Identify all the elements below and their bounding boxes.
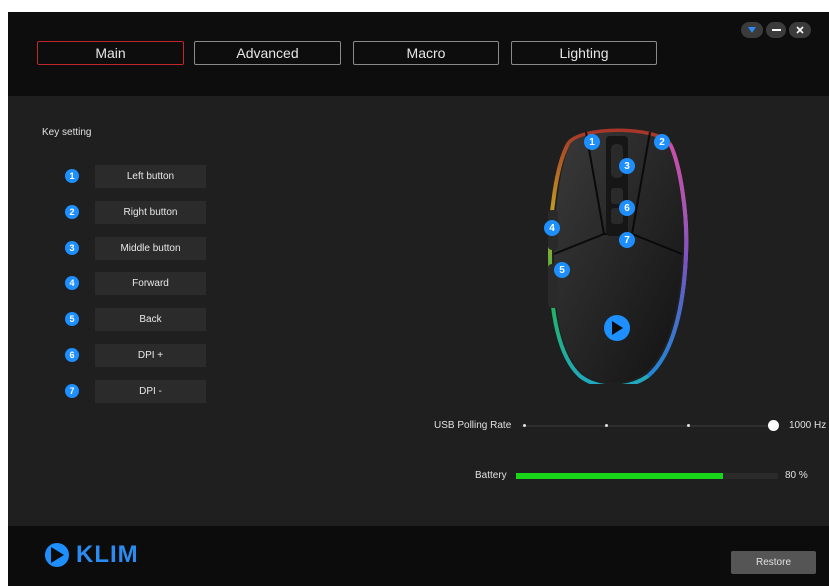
key-back[interactable]: Back: [95, 308, 206, 331]
mouse-marker-3: 3: [619, 158, 635, 174]
mouse-graphic: [547, 128, 689, 389]
key-number-badge: 5: [65, 312, 79, 326]
klim-logo-icon: [45, 543, 69, 567]
polling-rate-label: USB Polling Rate: [434, 420, 512, 431]
key-forward[interactable]: Forward: [95, 272, 206, 295]
battery-value: 80 %: [785, 470, 808, 481]
key-dpi-plus[interactable]: DPI +: [95, 344, 206, 367]
polling-rate-slider[interactable]: [521, 420, 779, 431]
key-number-badge: 1: [65, 169, 79, 183]
key-number-badge: 4: [65, 276, 79, 290]
mouse-marker-2: 2: [654, 134, 670, 150]
section-title: Key setting: [42, 127, 92, 138]
mouse-marker-1: 1: [584, 134, 600, 150]
key-dpi-minus[interactable]: DPI -: [95, 380, 206, 403]
key-number-badge: 6: [65, 348, 79, 362]
tab-advanced[interactable]: Advanced: [194, 41, 341, 65]
tab-macro[interactable]: Macro: [353, 41, 499, 65]
battery-label: Battery: [475, 470, 507, 481]
polling-tick: [605, 424, 608, 427]
tab-lighting[interactable]: Lighting: [511, 41, 657, 65]
polling-rate-thumb[interactable]: [768, 420, 779, 431]
tab-main[interactable]: Main: [37, 41, 184, 65]
key-number-badge: 3: [65, 241, 79, 255]
key-left-button[interactable]: Left button: [95, 165, 206, 188]
mouse-marker-7: 7: [619, 232, 635, 248]
polling-rate-value: 1000 Hz: [789, 420, 827, 431]
main-content: Key setting 1 Left button 2 Right button…: [8, 96, 829, 526]
polling-tick: [687, 424, 690, 427]
footer-bar: KLIM Restore: [8, 526, 829, 586]
mouse-illustration: 1 2 3 6 4 7 5: [528, 114, 708, 389]
key-middle-button[interactable]: Middle button: [95, 237, 206, 260]
polling-tick: [523, 424, 526, 427]
app-window: Main Advanced Macro Lighting Key setting…: [8, 12, 829, 586]
klim-logo: KLIM: [42, 540, 139, 570]
chevron-down-icon[interactable]: [741, 22, 763, 38]
minimize-icon[interactable]: [766, 22, 786, 38]
close-icon[interactable]: [789, 22, 811, 38]
mouse-marker-4: 4: [544, 220, 560, 236]
battery-bar: [516, 473, 778, 479]
key-number-badge: 7: [65, 384, 79, 398]
key-number-badge: 2: [65, 205, 79, 219]
mouse-marker-5: 5: [554, 262, 570, 278]
battery-fill: [516, 473, 723, 479]
header-bar: Main Advanced Macro Lighting: [8, 12, 829, 96]
logo-text: KLIM: [76, 541, 139, 568]
restore-button[interactable]: Restore: [731, 551, 816, 574]
mouse-marker-6: 6: [619, 200, 635, 216]
key-right-button[interactable]: Right button: [95, 201, 206, 224]
